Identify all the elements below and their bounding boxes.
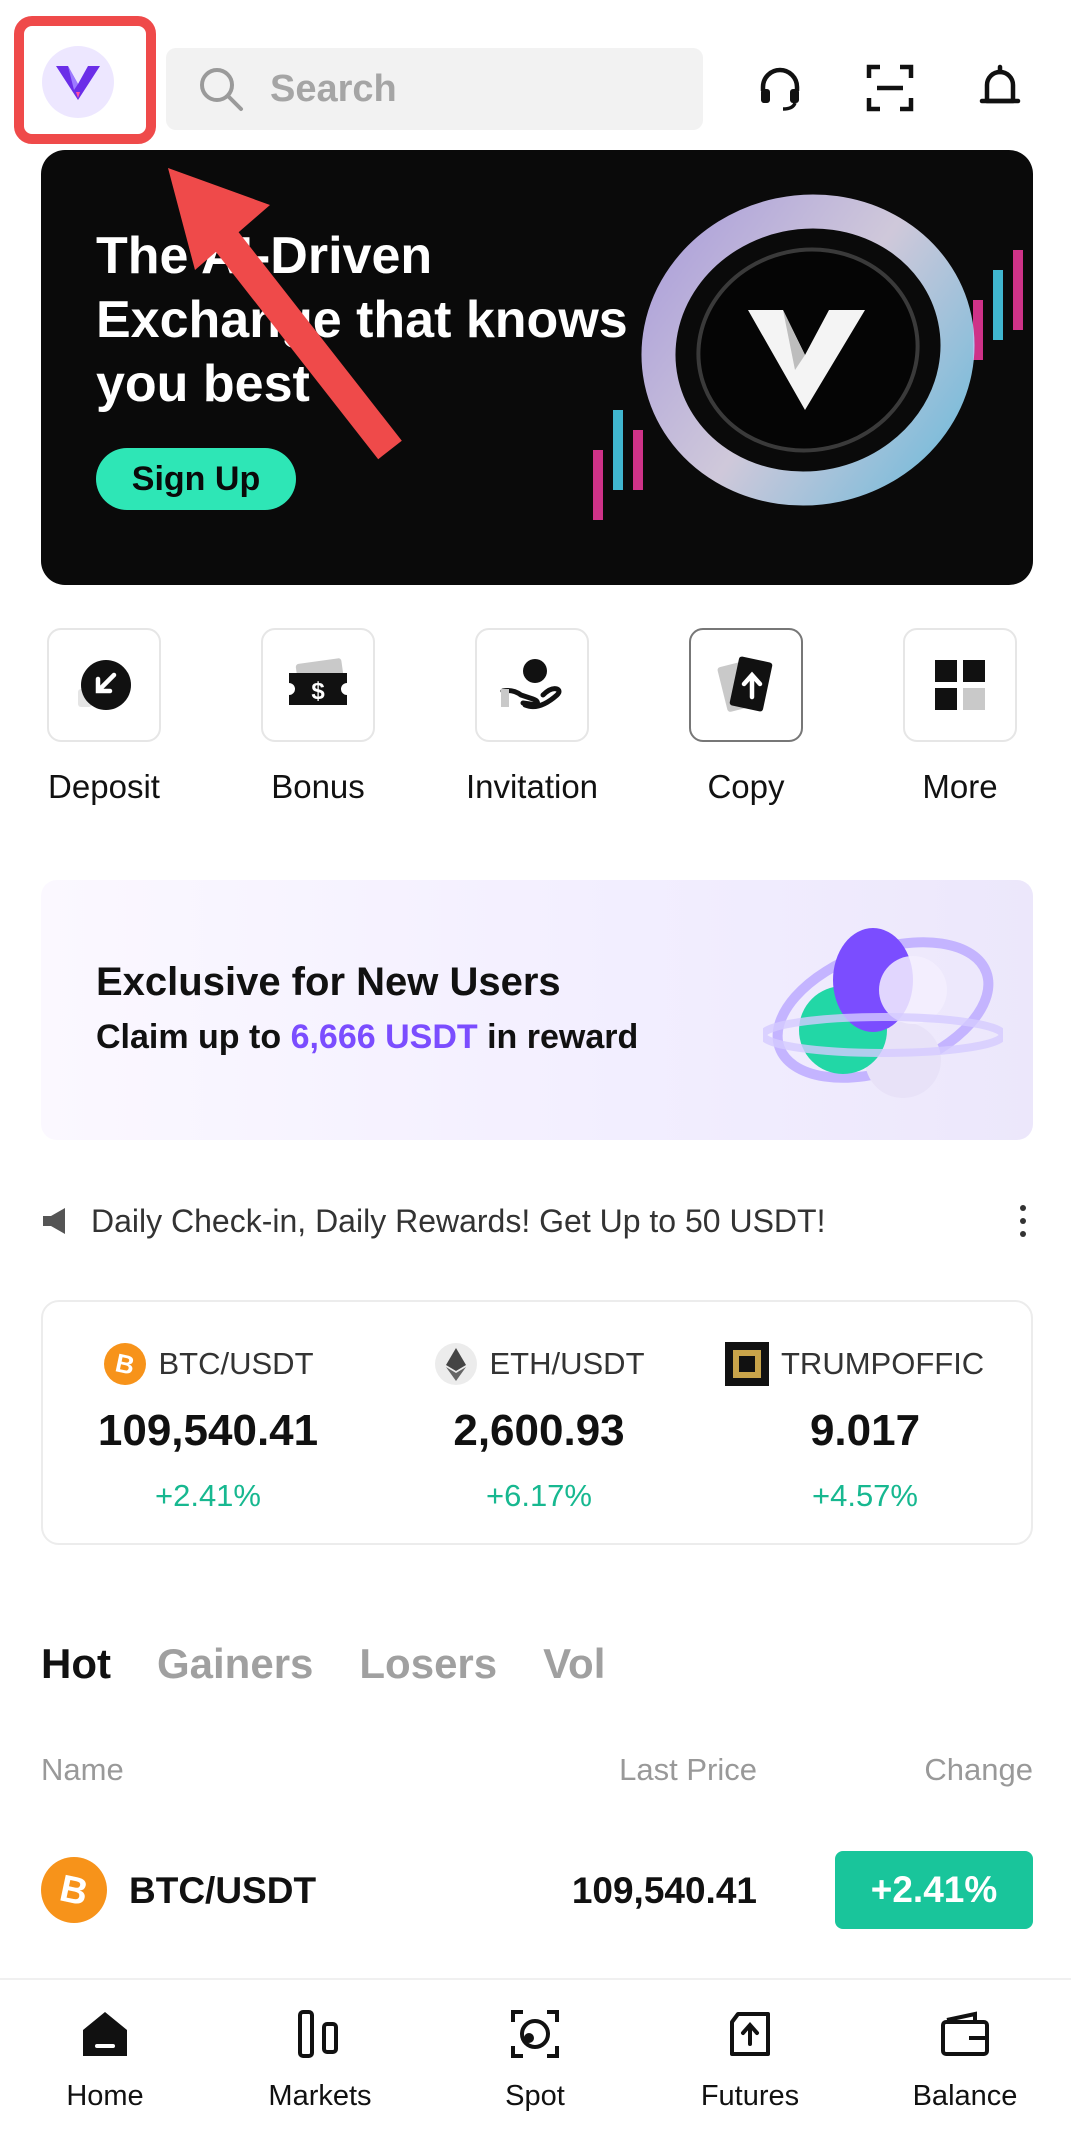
banner-title: The AI-Driven Exchange that knows you be…: [96, 227, 628, 413]
search-icon: [200, 68, 243, 111]
promo-reward-amount: 6,666 USDT: [290, 1018, 478, 1056]
futures-icon: [730, 2012, 770, 2056]
copy-tile[interactable]: [689, 628, 803, 742]
nav-label: Futures: [700, 2080, 800, 2112]
tab-gainers[interactable]: Gainers: [157, 1640, 313, 1688]
quick-action-copy[interactable]: Copy: [689, 628, 803, 805]
nav-spot[interactable]: Spot: [455, 2002, 615, 2113]
bonus-tile[interactable]: $: [261, 628, 375, 742]
spot-icon: [511, 2010, 559, 2058]
tab-losers[interactable]: Losers: [359, 1640, 497, 1688]
nav-label: Balance: [912, 2080, 1018, 2112]
quick-action-label: More: [922, 768, 998, 805]
promo-title: Exclusive for New Users: [96, 960, 561, 1004]
home-icon: [83, 2012, 127, 2056]
more-tile[interactable]: [903, 628, 1017, 742]
ticker-item-btc[interactable]: B BTC/USDT 109,540.41 +2.41%: [43, 1342, 373, 1514]
promo-subtitle: Claim up to 6,666 USDT in reward: [96, 1018, 638, 1057]
btc-coin-icon: B: [103, 1343, 146, 1385]
announcement-text: Daily Check-in, Daily Rewards! Get Up to…: [91, 1202, 826, 1239]
scan-icon[interactable]: [858, 56, 922, 120]
table-row[interactable]: B BTC/USDT 109,540.41 +2.41%: [41, 1845, 1033, 1935]
sign-up-button[interactable]: Sign Up: [96, 448, 296, 510]
banner-ring-logo-icon: [593, 194, 1023, 520]
market-table-header: Name Last Price Change: [41, 1752, 1033, 1792]
nav-markets[interactable]: Markets: [240, 2002, 400, 2113]
speaker-icon: [43, 1208, 65, 1234]
ticker-pair: TRUMPOFFIC: [781, 1346, 985, 1381]
quick-action-more[interactable]: More: [903, 628, 1017, 805]
hero-banner[interactable]: The AI-Driven Exchange that knows you be…: [41, 150, 1033, 585]
ticker-item-eth[interactable]: ETH/USDT 2,600.93 +6.17%: [374, 1342, 704, 1514]
promo-sub-suffix: in reward: [477, 1018, 639, 1056]
deposit-icon: [78, 660, 131, 710]
search-bar[interactable]: [166, 48, 703, 130]
tab-hot[interactable]: Hot: [41, 1640, 111, 1688]
row-change-badge: +2.41%: [835, 1851, 1033, 1929]
row-price: 109,540.41: [571, 1870, 757, 1911]
deposit-tile[interactable]: [47, 628, 161, 742]
nav-home[interactable]: Home: [25, 2002, 185, 2113]
more-vertical-icon[interactable]: [1013, 1196, 1033, 1246]
quick-action-bonus[interactable]: $ Bonus: [261, 628, 375, 805]
more-grid-icon: [935, 660, 985, 710]
bottom-navigation: Home Markets Spot Futures Balance: [0, 1978, 1071, 2131]
ticker-price: 109,540.41: [97, 1406, 319, 1455]
ticker-change: +2.41%: [154, 1478, 261, 1513]
copy-trade-icon: [717, 656, 773, 712]
ticker-price: 2,600.93: [453, 1406, 625, 1455]
ticker-pair: BTC/USDT: [158, 1346, 314, 1381]
eth-coin-icon: [434, 1343, 477, 1385]
support-headset-icon[interactable]: [748, 56, 812, 120]
column-name: Name: [41, 1752, 124, 1787]
wallet-icon: [941, 2011, 989, 2056]
promo-sub-prefix: Claim up to: [96, 1018, 291, 1056]
row-pair: BTC/USDT: [129, 1870, 317, 1911]
tab-vol[interactable]: Vol: [543, 1640, 605, 1688]
ticker-pair: ETH/USDT: [489, 1346, 645, 1381]
svg-text:B: B: [56, 1868, 92, 1915]
quick-action-label: Invitation: [465, 768, 599, 805]
column-change[interactable]: Change: [924, 1752, 1033, 1788]
ticker-price: 9.017: [809, 1406, 921, 1455]
quick-action-invitation[interactable]: Invitation: [466, 628, 598, 805]
column-last-price[interactable]: Last Price: [619, 1752, 757, 1788]
trump-coin-icon: [725, 1342, 769, 1386]
nav-label: Home: [66, 2080, 144, 2112]
ticker-item-trump[interactable]: TRUMPOFFIC 9.017 +4.57%: [705, 1342, 1031, 1514]
bonus-ticket-icon: $: [289, 658, 347, 705]
top-header: [0, 0, 1071, 150]
nav-label: Markets: [268, 2080, 372, 2112]
svg-text:$: $: [311, 678, 325, 705]
new-user-promo-banner[interactable]: Exclusive for New Users Claim up to 6,66…: [41, 880, 1033, 1140]
ticker-change: +6.17%: [485, 1478, 592, 1513]
nav-balance[interactable]: Balance: [885, 2002, 1045, 2113]
search-input[interactable]: [270, 67, 670, 111]
market-tabs: Hot Gainers Losers Vol: [41, 1640, 605, 1688]
logo-highlight-box[interactable]: [14, 16, 156, 144]
nav-label: Spot: [505, 2080, 565, 2112]
announcement-bar[interactable]: Daily Check-in, Daily Rewards! Get Up to…: [41, 1196, 1033, 1246]
markets-icon: [298, 2010, 338, 2058]
quick-action-label: Bonus: [271, 768, 365, 805]
invitation-tile[interactable]: [475, 628, 589, 742]
logo-icon[interactable]: [42, 46, 114, 118]
bell-icon[interactable]: [968, 56, 1032, 120]
nav-futures[interactable]: Futures: [670, 2002, 830, 2113]
ticker-change: +4.57%: [811, 1478, 918, 1513]
invitation-icon: [500, 659, 562, 710]
quick-action-deposit[interactable]: Deposit: [47, 628, 161, 805]
quick-action-label: Copy: [707, 768, 785, 805]
quick-action-label: Deposit: [48, 768, 160, 805]
btc-coin-icon: B: [41, 1857, 107, 1923]
ticker-card: B BTC/USDT 109,540.41 +2.41% ETH/USDT 2,…: [41, 1300, 1033, 1545]
promo-coins-illustration-icon: [763, 928, 1003, 1098]
